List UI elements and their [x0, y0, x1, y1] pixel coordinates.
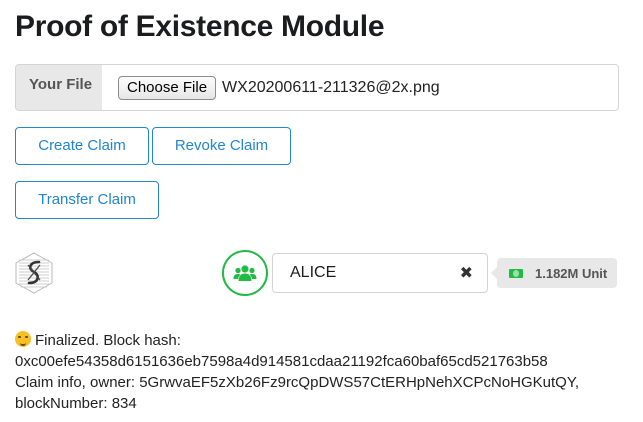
account-name: ALICE	[290, 264, 337, 281]
money-icon	[509, 268, 523, 278]
page-title: Proof of Existence Module	[15, 10, 385, 43]
file-input[interactable]: Choose File WX20200611-211326@2x.png	[102, 65, 618, 110]
status-finalized: Finalized. Block hash:	[35, 332, 181, 349]
revoke-claim-button[interactable]: Revoke Claim	[152, 127, 291, 165]
file-input-group: Your File Choose File WX20200611-211326@…	[15, 64, 619, 111]
close-icon[interactable]: ✖	[460, 263, 473, 283]
balance-label: 1.182M Unit	[490, 258, 618, 288]
file-name: WX20200611-211326@2x.png	[222, 78, 440, 96]
block-hash: 0xc00efe54358d6151636eb7598a4d914581cdaa…	[15, 353, 548, 370]
account-selector[interactable]: ALICE ✖	[272, 253, 488, 293]
choose-file-button[interactable]: Choose File	[118, 75, 217, 100]
substrate-logo-icon	[15, 252, 53, 294]
create-claim-button[interactable]: Create Claim	[15, 127, 149, 165]
transfer-claim-button[interactable]: Transfer Claim	[15, 181, 159, 219]
file-label: Your File	[16, 65, 102, 110]
block-number: blockNumber: 834	[15, 395, 137, 412]
claim-owner: Claim info, owner: 5GrwvaEF5zXb26Fz9rcQp…	[15, 374, 580, 391]
balance-value: 1.182M Unit	[535, 265, 608, 281]
smirk-emoji-icon	[15, 331, 31, 347]
status-message: Finalized. Block hash: 0xc00efe54358d615…	[15, 330, 630, 414]
users-icon	[222, 250, 268, 296]
